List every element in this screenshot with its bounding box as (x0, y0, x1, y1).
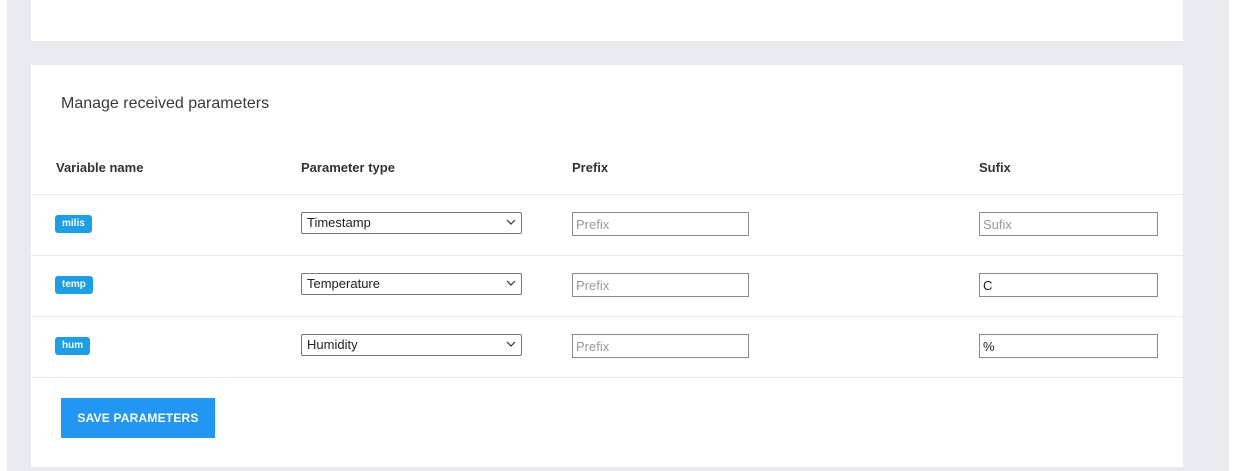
card-title: Manage received parameters (61, 95, 270, 112)
column-header-parameter-type: Parameter type (301, 160, 395, 175)
table-header: Variable name Parameter type Prefix Sufi… (31, 155, 1183, 195)
save-parameters-button[interactable]: SAVE PARAMETERS (61, 398, 215, 438)
chevron-down-icon (506, 341, 516, 347)
manage-parameters-card: Manage received parameters Variable name… (31, 65, 1183, 467)
chevron-down-icon (506, 280, 516, 286)
sufix-input[interactable] (979, 212, 1158, 236)
select-value: Timestamp (307, 215, 371, 230)
parameter-type-select[interactable]: Temperature (301, 273, 522, 295)
table-row: milis Timestamp (31, 195, 1183, 256)
column-header-prefix: Prefix (572, 160, 609, 175)
sufix-input[interactable] (979, 334, 1158, 358)
chevron-down-icon (506, 219, 516, 225)
sufix-input[interactable] (979, 273, 1158, 297)
parameter-type-select[interactable]: Humidity (301, 334, 522, 356)
variable-badge: milis (55, 215, 92, 233)
parameter-type-select[interactable]: Timestamp (301, 212, 522, 234)
column-header-variable-name: Variable name (56, 160, 144, 175)
prefix-input[interactable] (572, 273, 749, 297)
previous-card (31, 0, 1183, 41)
column-header-sufix: Sufix (979, 160, 1011, 175)
table-row: temp Temperature (31, 256, 1183, 317)
prefix-input[interactable] (572, 334, 749, 358)
select-value: Temperature (307, 276, 380, 291)
prefix-input[interactable] (572, 212, 749, 236)
variable-badge: temp (55, 276, 93, 294)
table-row: hum Humidity (31, 317, 1183, 378)
select-value: Humidity (307, 337, 358, 352)
variable-badge: hum (55, 337, 91, 355)
